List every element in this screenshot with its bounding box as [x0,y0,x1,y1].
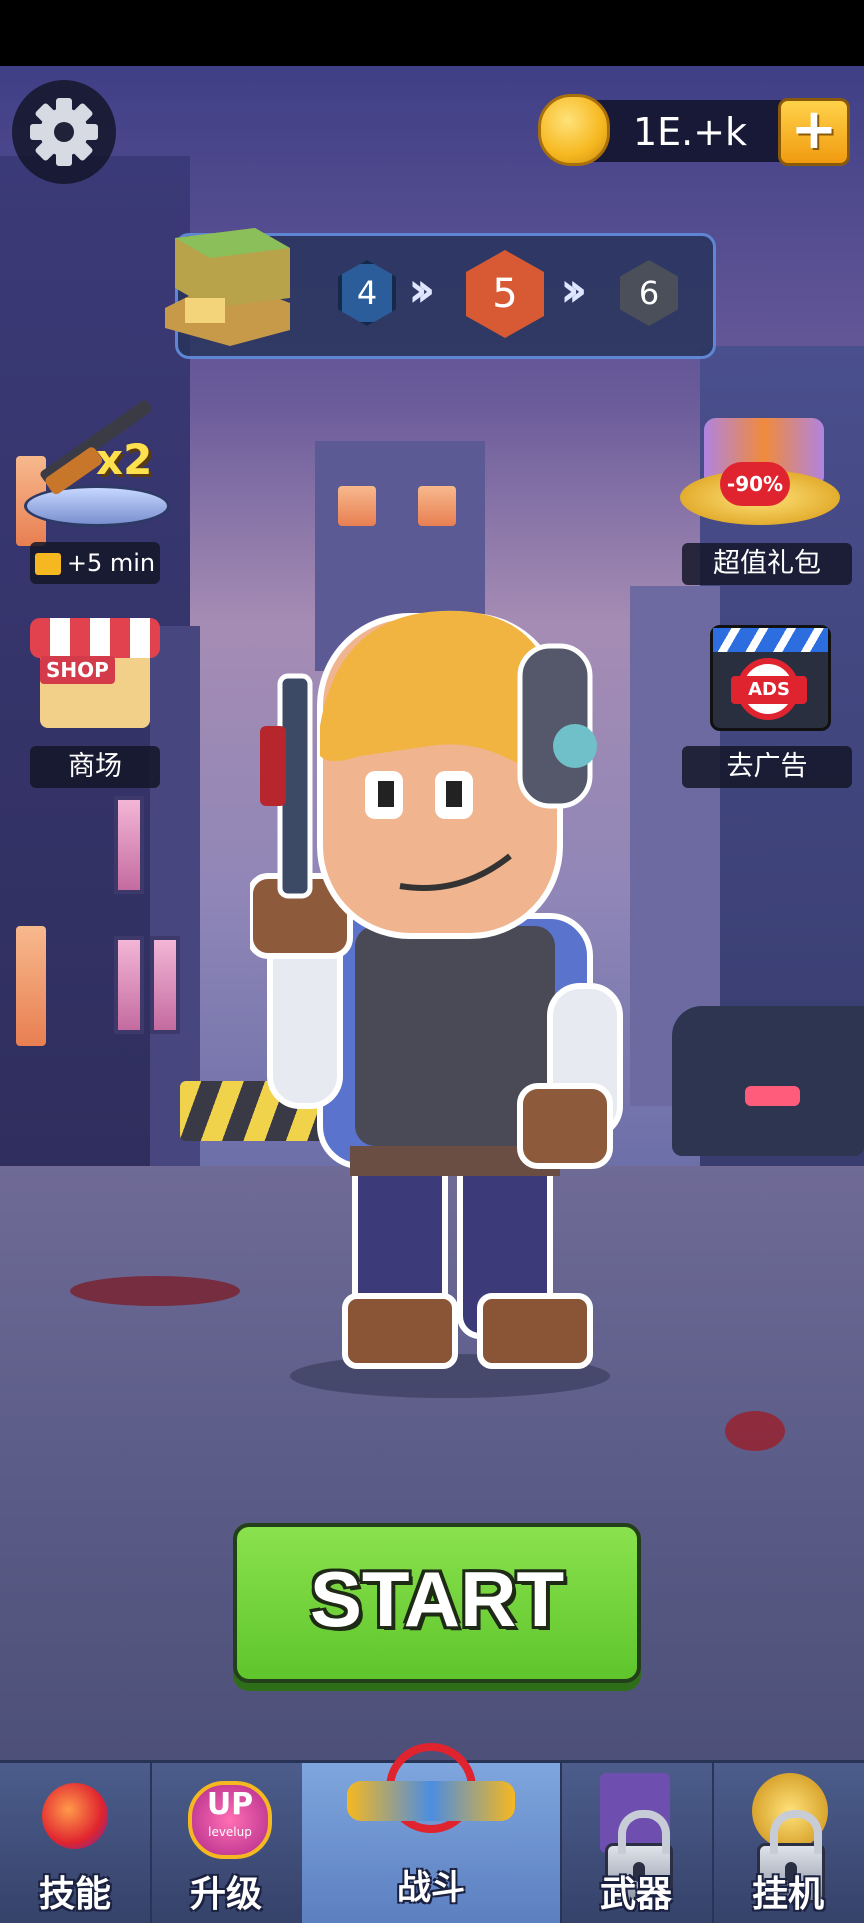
tab-upgrade[interactable]: UP levelup 升级 [150,1763,304,1923]
building-window [338,486,376,526]
player-character [247,606,630,1406]
car-light [745,1086,800,1106]
settings-button[interactable] [12,80,116,184]
tab-idle[interactable]: 挂机 [712,1763,864,1923]
tab-label: 战斗 [397,1868,465,1908]
gift-pack-label[interactable]: 超值礼包 [682,543,852,585]
levelup-up-text: UP [206,1787,254,1822]
tab-label: 挂机 [751,1874,824,1915]
status-bar [0,0,864,66]
tab-label: 升级 [189,1874,262,1915]
building-window [16,926,46,1046]
hero-illustration [247,610,623,1398]
coin-amount: 1E.+k [632,110,748,154]
start-button-label: START [309,1555,565,1643]
shop-sign: SHOP [40,656,115,684]
tab-skills[interactable]: 技能 [0,1763,152,1923]
tab-label: 技能 [38,1874,111,1915]
boost-multiplier: x2 [96,435,153,484]
dual-pistols-icon [347,1781,515,1821]
remove-ads-button[interactable]: ADS [710,625,831,731]
building-window [114,936,144,1034]
levelup-sub-text: levelup [208,1825,252,1839]
boost-time-label[interactable]: +5 min [30,542,160,584]
shop-label[interactable]: 商场 [30,746,160,788]
building-window [418,486,456,526]
remove-ads-label[interactable]: 去广告 [682,746,852,788]
rocket-icon [42,1783,108,1849]
clapper-top [713,628,828,652]
weapon-boost-button[interactable]: x2 [20,385,170,535]
tab-label: 武器 [599,1874,672,1915]
parked-car [672,1006,864,1156]
gear-icon [30,98,98,166]
ads-text: ADS [731,676,807,704]
add-coins-button[interactable]: + [778,98,850,166]
warehouse-icon [155,218,297,348]
coin-icon [538,94,610,166]
start-button[interactable]: START [233,1523,641,1683]
shop-button[interactable]: SHOP [30,608,160,738]
gift-pack-button[interactable]: -90% [680,410,840,540]
chevron-right-icon: ›› [408,262,435,318]
chevron-right-icon: ›› [560,262,587,318]
building-window [114,796,144,894]
levelup-icon: UP levelup [188,1781,272,1859]
shop-awning [30,618,160,658]
discount-badge: -90% [720,462,790,506]
building-window [150,936,180,1034]
blood-splatter [70,1276,240,1306]
bottom-nav: 技能 UP levelup 升级 战斗 武器 挂机 [0,1743,864,1923]
boost-time-text: +5 min [66,549,156,577]
plus-icon: + [790,97,838,162]
video-ad-icon [34,553,61,575]
tab-battle[interactable]: 战斗 [302,1743,562,1923]
tab-weapons[interactable]: 武器 [560,1763,714,1923]
blood-splatter [725,1411,785,1451]
